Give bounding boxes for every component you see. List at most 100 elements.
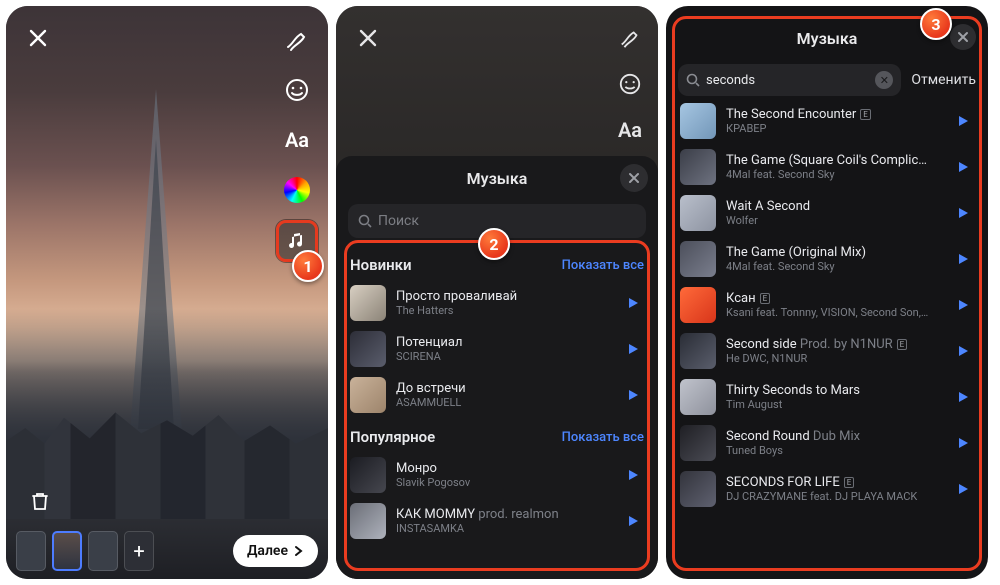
song-text: МонроSlavik Pogosov: [396, 461, 612, 489]
song-artist: 4Mal feat. Second Sky: [726, 168, 942, 181]
song-row[interactable]: Wait A SecondWolfer: [666, 190, 988, 236]
show-all-link[interactable]: Показать все: [562, 258, 644, 273]
music-sheet: Музыка Поиск НовинкиПоказать всеПросто п…: [336, 156, 658, 579]
song-title: The Game (Square Coil's Complic…: [726, 153, 942, 168]
song-title: КАК MOMMY prod. realmon: [396, 507, 612, 522]
song-artist: SCIRENA: [396, 350, 612, 363]
song-text: The Second EncounterEКРАВЕР: [726, 107, 942, 135]
song-text: КсанEKsani feat. Tonnny, VISION, Second …: [726, 291, 942, 319]
next-label: Далее: [247, 543, 288, 559]
thumb-2-selected[interactable]: [52, 531, 82, 571]
play-icon[interactable]: [622, 384, 644, 406]
song-row[interactable]: МонроSlavik Pogosov: [336, 452, 658, 498]
play-icon[interactable]: [952, 432, 974, 454]
close-icon[interactable]: [350, 20, 386, 56]
song-text: Wait A SecondWolfer: [726, 199, 942, 227]
play-icon[interactable]: [952, 478, 974, 500]
play-icon[interactable]: [952, 386, 974, 408]
song-title: Wait A Second: [726, 199, 942, 214]
album-art: [350, 457, 386, 493]
album-art: [350, 331, 386, 367]
thumb-3[interactable]: [88, 531, 118, 571]
album-art: [350, 503, 386, 539]
draw-icon[interactable]: [277, 20, 317, 60]
play-icon[interactable]: [952, 248, 974, 270]
color-tool-icon[interactable]: [277, 170, 317, 210]
song-artist: КРАВЕР: [726, 122, 942, 135]
song-row[interactable]: Second Round Dub MixTuned Boys: [666, 420, 988, 466]
song-title: The Game (Original Mix): [726, 245, 942, 260]
song-row[interactable]: Просто проваливайThe Hatters: [336, 280, 658, 326]
close-icon[interactable]: [20, 20, 56, 56]
screen-story-editor: Aa 1 + Далее: [6, 6, 328, 579]
callout-badge-1: 1: [292, 250, 324, 282]
draw-icon[interactable]: [612, 20, 648, 56]
clear-search-icon[interactable]: ✕: [875, 71, 893, 89]
song-row[interactable]: The Game (Square Coil's Complic…4Mal fea…: [666, 144, 988, 190]
play-icon[interactable]: [622, 338, 644, 360]
sticker-icon[interactable]: [612, 66, 648, 102]
song-artist: ASAMMUELL: [396, 396, 612, 409]
editor-toolbar: Aa: [276, 20, 318, 262]
song-text: ПотенциалSCIRENA: [396, 335, 612, 363]
song-text: Просто проваливайThe Hatters: [396, 289, 612, 317]
play-icon[interactable]: [952, 156, 974, 178]
song-text: КАК MOMMY prod. realmonINSTASAMKA: [396, 507, 612, 535]
sticker-icon[interactable]: [277, 70, 317, 110]
song-text: Second Round Dub MixTuned Boys: [726, 429, 942, 457]
album-art: [350, 285, 386, 321]
song-title: Просто проваливай: [396, 289, 612, 304]
song-title: Second side Prod. by N1NURE: [726, 337, 942, 352]
song-row[interactable]: Second side Prod. by N1NUREНе DWC, N1NUR: [666, 328, 988, 374]
song-row[interactable]: The Game (Original Mix)4Mal feat. Second…: [666, 236, 988, 282]
song-title: КсанE: [726, 291, 942, 306]
song-text: The Game (Original Mix)4Mal feat. Second…: [726, 245, 942, 273]
album-art: [680, 333, 716, 369]
trash-icon[interactable]: [22, 483, 58, 519]
text-tool-icon[interactable]: Aa: [612, 112, 648, 148]
next-button[interactable]: Далее: [233, 535, 318, 567]
play-icon[interactable]: [952, 110, 974, 132]
sheet-title: Музыка: [467, 169, 528, 188]
show-all-link[interactable]: Показать все: [562, 430, 644, 445]
search-icon: [686, 73, 700, 87]
cancel-button[interactable]: Отменить: [911, 72, 976, 88]
play-icon[interactable]: [622, 292, 644, 314]
play-icon[interactable]: [952, 202, 974, 224]
song-row[interactable]: Thirty Seconds to MarsTim August: [666, 374, 988, 420]
screen-music-browse: Aa Музыка Поиск НовинкиПоказать всеПрост…: [336, 6, 658, 579]
song-artist: INSTASAMKA: [396, 522, 612, 535]
song-artist: Slavik Pogosov: [396, 476, 612, 489]
thumb-1[interactable]: [16, 531, 46, 571]
callout-badge-2: 2: [478, 228, 510, 260]
song-artist: DJ CRAZYMANE feat. DJ PLAYA MACK: [726, 490, 942, 503]
song-title: Thirty Seconds to Mars: [726, 383, 942, 398]
add-thumb-button[interactable]: +: [124, 531, 154, 571]
search-icon: [358, 214, 372, 228]
play-icon[interactable]: [622, 510, 644, 532]
play-icon[interactable]: [952, 340, 974, 362]
play-icon[interactable]: [952, 294, 974, 316]
text-tool-icon[interactable]: Aa: [277, 120, 317, 160]
song-artist: Wolfer: [726, 214, 942, 227]
sheet-close-icon[interactable]: [620, 164, 648, 192]
close-icon[interactable]: [950, 24, 976, 50]
album-art: [680, 379, 716, 415]
thumbnail-strip: + Далее: [16, 531, 318, 571]
song-row[interactable]: КАК MOMMY prod. realmonINSTASAMKA: [336, 498, 658, 544]
song-row[interactable]: The Second EncounterEКРАВЕР: [666, 98, 988, 144]
song-row[interactable]: КсанEKsani feat. Tonnny, VISION, Second …: [666, 282, 988, 328]
song-title: До встречи: [396, 381, 612, 396]
song-artist: 4Mal feat. Second Sky: [726, 260, 942, 273]
album-art: [680, 471, 716, 507]
song-text: The Game (Square Coil's Complic…4Mal fea…: [726, 153, 942, 181]
callout-badge-3: 3: [920, 8, 952, 40]
play-icon[interactable]: [622, 464, 644, 486]
song-title: Монро: [396, 461, 612, 476]
song-row[interactable]: До встречиASAMMUELL: [336, 372, 658, 418]
album-art: [680, 103, 716, 139]
song-row[interactable]: SECONDS FOR LIFEEDJ CRAZYMANE feat. DJ P…: [666, 466, 988, 512]
search-input[interactable]: seconds ✕: [678, 64, 901, 96]
song-text: Second side Prod. by N1NUREНе DWC, N1NUR: [726, 337, 942, 365]
song-row[interactable]: ПотенциалSCIRENA: [336, 326, 658, 372]
